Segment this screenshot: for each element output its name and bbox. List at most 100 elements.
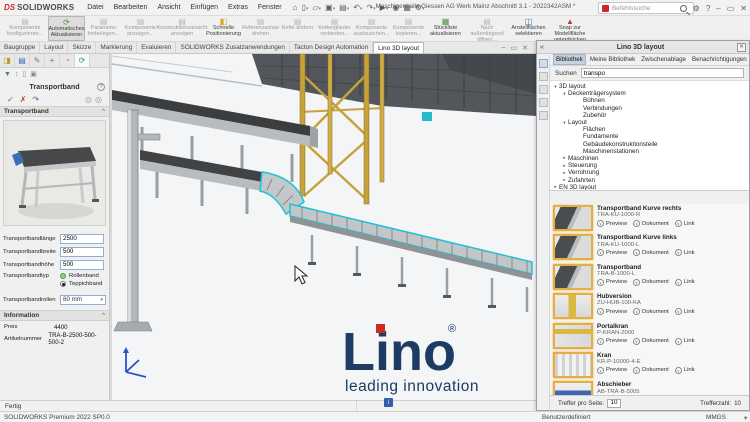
link-link[interactable]: ∨Link [675, 249, 695, 256]
dokument-link[interactable]: ∨Dokument [633, 338, 669, 345]
link-link[interactable]: ∨Link [675, 367, 695, 374]
radio-teppichband[interactable]: Teppichband [60, 281, 102, 287]
toolbar-button-referenzachse[interactable]: ▤Referenzachse drehen [242, 16, 279, 41]
list-item[interactable]: Abschieber AB-TRA-B-5005 ∨Preview ∨Dokum… [550, 380, 749, 395]
preview-link[interactable]: ∨Preview [597, 308, 627, 315]
tab-lino-3d-layout[interactable]: Lino 3D layout [373, 42, 424, 53]
toolbar-button-kettenglieder[interactable]: ▤Kettenglieder verbinden... [316, 16, 353, 41]
doc-restore-icon[interactable]: ▭ [511, 44, 518, 52]
tree-node-en-3d-layout[interactable]: ▸EN 3D layout [550, 184, 749, 191]
item-thumbnail[interactable] [553, 352, 593, 378]
toolbar-button-austauschen[interactable]: ▤Komponente austauschen... [353, 16, 390, 41]
pm-tab-lino-configurator-icon[interactable]: ⟳ [75, 54, 90, 67]
tree-node-verbindungen[interactable]: Verbindungen [550, 105, 749, 112]
toolbar-button-kopieren[interactable]: ▤Komponente kopieren... [390, 16, 427, 41]
toolbar-button-anstellflaechen[interactable]: ◫Anstellflächen selektieren [510, 16, 547, 41]
tree-node-buehnen[interactable]: Bühnen [550, 97, 749, 104]
pm-tab-configurations-icon[interactable]: ✎ [30, 54, 45, 67]
pm-help-icon[interactable]: ? [97, 83, 105, 91]
link-link[interactable]: ∨Link [675, 279, 695, 286]
tree-node-maschinen[interactable]: ▸Maschinen [550, 155, 749, 162]
tree-node-fundamente[interactable]: Fundamente [550, 133, 749, 140]
tree-node-3d-layout[interactable]: ▾3D layout [550, 83, 749, 90]
toolbar-button-parameter[interactable]: ▤Parameter hinterlegen... [85, 16, 122, 41]
taskpane-tab-2-icon[interactable] [539, 72, 548, 81]
pm-group-header[interactable]: Transportband ^ [0, 106, 109, 117]
pm-tool-sheet-icon[interactable]: ▯ [22, 70, 26, 78]
radio-rollenband[interactable]: Rollenband [60, 273, 102, 279]
preview-link[interactable]: ∨Preview [597, 249, 627, 256]
dokument-link[interactable]: ∨Dokument [633, 367, 669, 374]
tab-layout[interactable]: Layout [40, 42, 68, 53]
menu-fenster[interactable]: Fenster [253, 4, 287, 11]
item-thumbnail[interactable] [553, 264, 593, 290]
item-thumbnail[interactable] [553, 293, 593, 319]
restore-icon[interactable]: ▭ [727, 4, 735, 13]
tree-node-zubehoer[interactable]: Zubehör [550, 112, 749, 119]
minimize-icon[interactable]: – [716, 4, 720, 13]
tab-evaluieren[interactable]: Evaluieren [137, 42, 176, 53]
tab-zwischenablage[interactable]: Zwischenablage [639, 55, 688, 64]
tree-node-layout[interactable]: ▾Layout [550, 119, 749, 126]
toolbar-button-konfigurieren[interactable]: ▤Komponente konfigurieren... [2, 16, 48, 41]
toolbar-button-stueckliste[interactable]: ▦Stückliste aktualisieren [427, 16, 464, 41]
item-thumbnail[interactable] [553, 323, 593, 349]
list-item[interactable]: Transportband Kurve links TRA-KU-1000-L … [550, 233, 749, 262]
list-item[interactable]: Portalkran P-KRAN-2000 ∨Preview ∨Dokumen… [550, 322, 749, 351]
list-item[interactable]: Kran KR-P-10000-4-E ∨Preview ∨Dokument ∨… [550, 351, 749, 380]
panel-close-icon[interactable]: ✕ [737, 43, 746, 52]
library-search-input[interactable] [581, 68, 744, 78]
link-link[interactable]: ∨Link [675, 220, 695, 227]
hoehe-input[interactable] [60, 260, 104, 270]
pm-cancel-icon[interactable]: ✗ [20, 95, 27, 104]
tab-skizze[interactable]: Skizze [68, 42, 96, 53]
toolbar-button-anzeigen[interactable]: ▤Komponente anzeigen... [122, 16, 159, 41]
tree-node-gebaeudekonstruktionsteile[interactable]: Gebäudekonstruktionsteile [550, 141, 749, 148]
help-icon[interactable]: ? [706, 4, 710, 13]
pm-info-header[interactable]: Information ^ [0, 310, 109, 321]
taskpane-tab-5-icon[interactable] [539, 111, 548, 120]
undo-icon[interactable]: ↶▾ [351, 3, 364, 12]
menu-datei[interactable]: Datei [82, 4, 108, 11]
tab-sw-zusatzanwendungen[interactable]: SOLIDWORKS Zusatzanwendungen [176, 42, 289, 53]
unit-caret-icon[interactable]: ▾ [744, 414, 747, 422]
search-icon[interactable] [680, 5, 687, 12]
pm-tool-copy-icon[interactable]: ▣ [30, 70, 37, 78]
dokument-link[interactable]: ∨Dokument [633, 220, 669, 227]
settings-gear-icon[interactable]: ⚙ [693, 4, 700, 13]
pm-tool-apply-icon[interactable]: ▼ [4, 71, 11, 78]
toolbar-button-schnelle-positionierung[interactable]: ◧Schnelle Positionierung [205, 16, 242, 41]
toolbar-button-kette-aendern[interactable]: ▤Kette ändern [279, 16, 316, 41]
tab-baugruppe[interactable]: Baugruppe [0, 42, 40, 53]
rollen-dropdown[interactable]: 80 mm ▾ [60, 295, 106, 305]
tree-node-steuerung[interactable]: ▸Steuerung [550, 162, 749, 169]
dokument-link[interactable]: ∨Dokument [633, 249, 669, 256]
tree-node-zufahrten[interactable]: ▸Zufahrten [550, 176, 749, 183]
taskpane-tab-4-icon[interactable] [539, 98, 548, 107]
pm-tab-display-icon[interactable]: ◔ [60, 54, 75, 67]
tree-node-deckentraegersystem[interactable]: ▾Deckenträgersystem [550, 90, 749, 97]
menu-einfuegen[interactable]: Einfügen [185, 4, 223, 11]
preview-link[interactable]: ∨Preview [597, 279, 627, 286]
toolbar-button-aussenliegend[interactable]: ▤Nach außenliegend öffnen... [464, 16, 510, 41]
preview-link[interactable]: ∨Preview [597, 338, 627, 345]
tree-node-verrohrung[interactable]: ▸Verrohrung [550, 169, 749, 176]
menu-ansicht[interactable]: Ansicht [152, 4, 185, 11]
status-info-icon[interactable]: i [384, 398, 393, 407]
pm-tab-featuremanager-icon[interactable]: ◨ [0, 54, 15, 67]
pm-detail-toggle-2-icon[interactable]: ◎ [95, 95, 102, 104]
preview-link[interactable]: ∨Preview [597, 220, 627, 227]
list-item[interactable]: Hubversion ZU-HUB-100-KA ∨Preview ∨Dokum… [550, 292, 749, 321]
tree-node-flaechen[interactable]: Flächen [550, 126, 749, 133]
toolbar-button-auto-aktualisieren[interactable]: ⟳Automatisches Aktualisieren [48, 16, 85, 41]
save-icon[interactable]: ▣▾ [323, 3, 337, 12]
tab-markierung[interactable]: Markierung [96, 42, 137, 53]
laenge-input[interactable] [60, 234, 104, 244]
item-thumbnail[interactable] [553, 381, 593, 395]
viewport-3d-scene[interactable]: Lino ® leading innovation [112, 54, 536, 400]
open-icon[interactable]: ▱▾ [310, 3, 323, 12]
link-link[interactable]: ∨Link [675, 308, 695, 315]
list-item[interactable]: Transportband TRA-B-1000-L ∨Preview ∨Dok… [550, 263, 749, 292]
tab-bibliothek[interactable]: Bibliothek [553, 54, 586, 65]
preview-link[interactable]: ∨Preview [597, 367, 627, 374]
